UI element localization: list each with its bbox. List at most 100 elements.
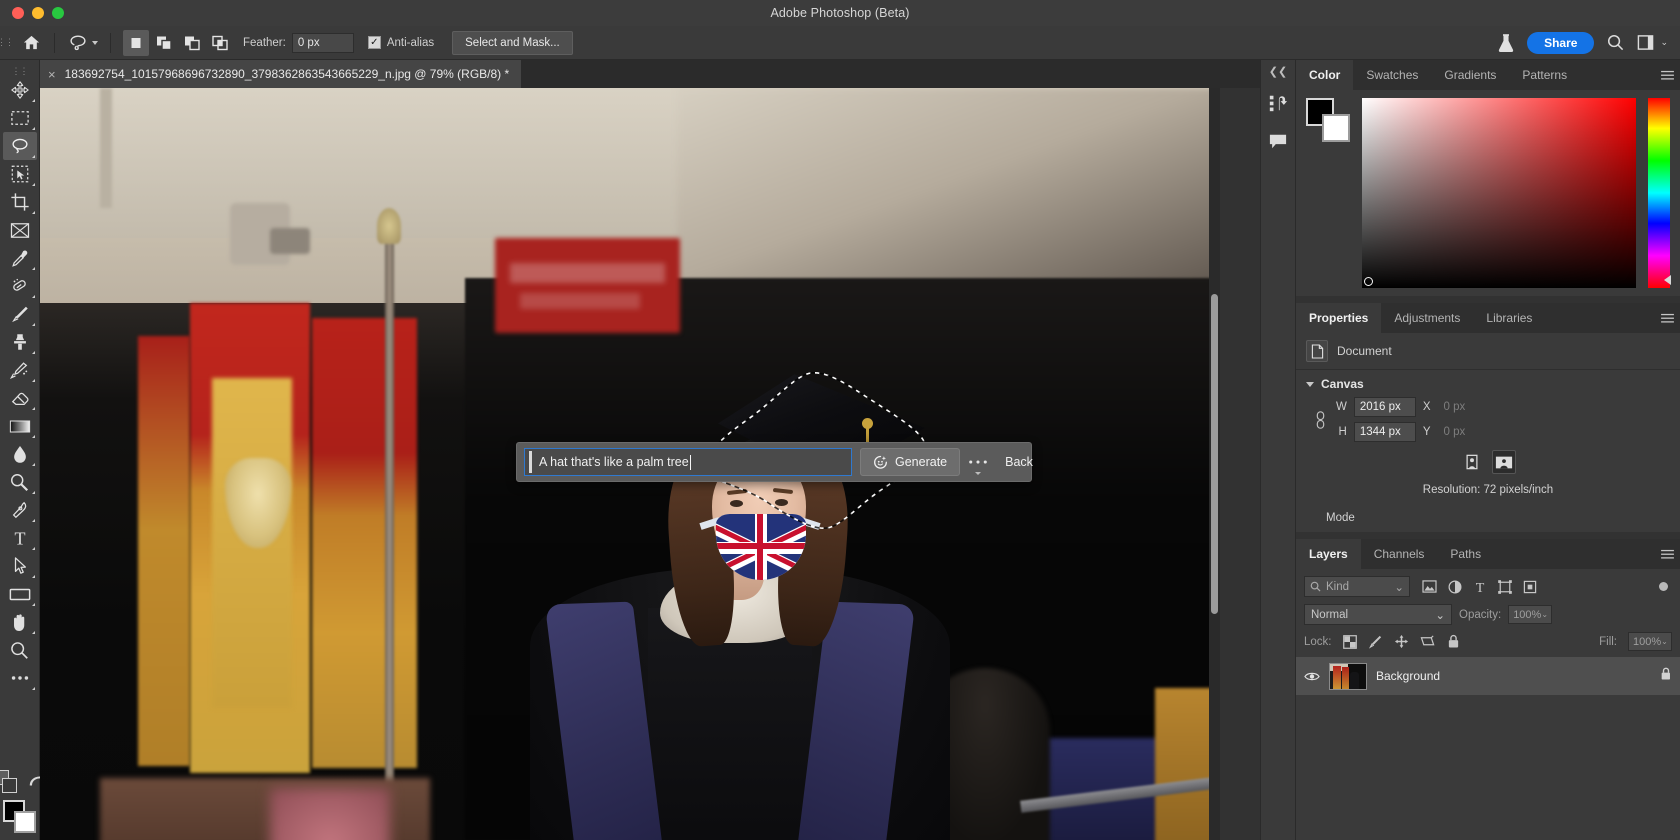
blend-mode-select[interactable]: Normal ⌄ (1304, 604, 1452, 625)
comments-panel-button[interactable] (1263, 126, 1293, 156)
lock-position-icon[interactable] (1394, 634, 1409, 649)
eraser-tool[interactable] (3, 384, 37, 412)
chevron-down-icon[interactable]: ⌄ (1541, 610, 1548, 619)
object-selection-tool[interactable] (3, 160, 37, 188)
eyedropper-tool[interactable] (3, 244, 37, 272)
generative-fill-taskbar[interactable]: A hat that's like a palm tree Generate B… (516, 442, 1033, 482)
options-bar-grip[interactable]: ⋮⋮ (0, 26, 14, 60)
close-icon[interactable]: × (48, 68, 56, 81)
actions-panel-button[interactable] (1263, 88, 1293, 118)
canvas-x-input[interactable]: 0 px (1438, 397, 1510, 417)
lock-image-icon[interactable] (1368, 634, 1383, 649)
color-spectrum-field[interactable] (1362, 98, 1636, 288)
collapse-panels-button[interactable]: ❮❮ (1269, 64, 1287, 80)
tab-gradients[interactable]: Gradients (1431, 60, 1510, 90)
tab-color[interactable]: Color (1296, 60, 1354, 90)
chevron-down-icon[interactable]: ⌄ (1435, 608, 1445, 622)
tab-swatches[interactable]: Swatches (1353, 60, 1432, 90)
back-button[interactable]: Back (996, 455, 1042, 469)
color-spectrum-marker[interactable] (1364, 277, 1373, 286)
layer-filter-toggle[interactable] (1659, 582, 1668, 591)
tab-patterns[interactable]: Patterns (1509, 60, 1581, 90)
properties-panel-menu-button[interactable] (1654, 303, 1680, 333)
chevron-down-icon[interactable] (1306, 381, 1314, 387)
tools-panel-grip[interactable]: ⋮⋮ (12, 66, 29, 76)
frame-tool[interactable] (3, 216, 37, 244)
background-color-swatch[interactable] (13, 811, 36, 833)
opacity-input[interactable]: 100% ⌄ (1508, 605, 1553, 624)
tab-paths[interactable]: Paths (1437, 539, 1495, 569)
history-brush-tool[interactable] (3, 356, 37, 384)
type-filter-icon[interactable]: T (1473, 580, 1487, 594)
move-tool[interactable] (3, 76, 37, 104)
add-to-selection-button[interactable] (151, 30, 177, 56)
path-selection-tool[interactable] (3, 552, 37, 580)
beta-flask-button[interactable] (1497, 33, 1515, 53)
intersect-selection-button[interactable] (207, 30, 233, 56)
canvas-vertical-scrollbar-thumb[interactable] (1211, 294, 1218, 614)
image-filter-icon[interactable] (1422, 580, 1437, 593)
canvas-y-input[interactable]: 0 px (1438, 422, 1510, 442)
lock-all-icon[interactable] (1447, 634, 1460, 649)
chevron-down-icon[interactable]: ⌄ (1661, 637, 1668, 646)
search-button[interactable] (1606, 33, 1625, 52)
landscape-orientation-button[interactable] (1492, 450, 1516, 474)
color-swatches[interactable] (2, 800, 37, 834)
canvas-width-input[interactable]: 2016 px (1353, 397, 1416, 417)
dodge-tool[interactable] (3, 468, 37, 496)
tab-adjustments[interactable]: Adjustments (1381, 303, 1474, 333)
workspace-switcher-button[interactable]: ⌄ (1637, 34, 1668, 51)
brush-tool[interactable] (3, 300, 37, 328)
lock-transparent-icon[interactable] (1342, 634, 1357, 649)
layers-panel-menu-button[interactable] (1654, 539, 1680, 569)
layer-filter-kind-select[interactable]: Kind ⌄ (1304, 576, 1410, 597)
lock-artboard-icon[interactable] (1420, 634, 1436, 649)
tab-layers[interactable]: Layers (1296, 539, 1361, 569)
crop-tool[interactable] (3, 188, 37, 216)
canvas-section-header[interactable]: Canvas (1296, 370, 1680, 395)
hand-tool[interactable] (3, 608, 37, 636)
adjustment-filter-icon[interactable] (1448, 580, 1462, 594)
chevron-down-icon[interactable]: ⌄ (1394, 580, 1404, 594)
background-color-swatch[interactable] (1322, 114, 1350, 142)
link-chain-icon[interactable] (1312, 410, 1328, 430)
hue-slider-marker[interactable] (1664, 275, 1671, 285)
type-tool[interactable]: T (3, 524, 37, 552)
eye-icon[interactable] (1304, 671, 1320, 682)
rectangle-tool[interactable] (3, 580, 37, 608)
select-and-mask-button[interactable]: Select and Mask... (452, 30, 573, 55)
generative-prompt-input[interactable]: A hat that's like a palm tree (524, 448, 852, 476)
canvas-height-input[interactable]: 1344 px (1353, 422, 1416, 442)
blur-tool[interactable] (3, 440, 37, 468)
portrait-orientation-button[interactable] (1460, 450, 1484, 474)
lock-icon[interactable] (1660, 667, 1672, 686)
home-screen-button[interactable] (14, 26, 48, 60)
canvas-vertical-scrollbar-track[interactable] (1209, 88, 1220, 840)
lasso-tool[interactable] (2, 132, 37, 160)
feather-input[interactable]: 0 px (291, 32, 354, 53)
color-panel-menu-button[interactable] (1654, 60, 1680, 90)
subtract-from-selection-button[interactable] (179, 30, 205, 56)
pen-tool[interactable] (3, 496, 37, 524)
spot-healing-brush-tool[interactable] (3, 272, 37, 300)
edit-toolbar-button[interactable] (3, 664, 37, 692)
rectangular-marquee-tool[interactable] (3, 104, 37, 132)
tab-libraries[interactable]: Libraries (1473, 303, 1546, 333)
chevron-down-icon[interactable]: ⌄ (1660, 37, 1668, 48)
zoom-tool[interactable] (3, 636, 37, 664)
antialias-checkbox[interactable]: ✓ (367, 36, 381, 49)
share-button[interactable]: Share (1527, 31, 1595, 54)
layer-row-background[interactable]: Background (1296, 657, 1680, 695)
fill-input[interactable]: 100% ⌄ (1628, 632, 1672, 651)
tab-properties[interactable]: Properties (1296, 303, 1382, 333)
hue-slider[interactable] (1648, 98, 1671, 288)
current-tool-preset[interactable] (61, 30, 104, 56)
shape-filter-icon[interactable] (1498, 579, 1512, 594)
tab-channels[interactable]: Channels (1360, 539, 1438, 569)
chevron-down-icon[interactable] (92, 40, 98, 45)
clone-stamp-tool[interactable] (3, 328, 37, 356)
generate-button[interactable]: Generate (860, 448, 961, 476)
document-tab[interactable]: × 183692754_10157968696732890_3798362863… (40, 60, 522, 88)
quick-mask-button[interactable] (0, 770, 20, 796)
smart-object-filter-icon[interactable] (1523, 580, 1537, 594)
